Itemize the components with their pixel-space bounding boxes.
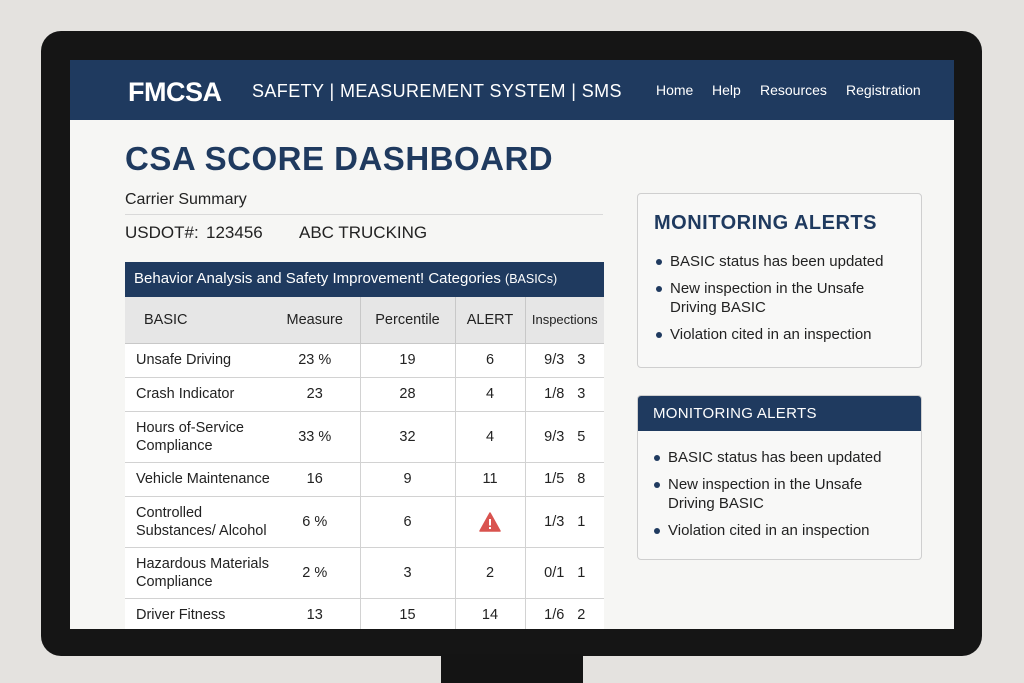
measure-value: 23 % [270, 343, 361, 378]
measure-value: 23 [270, 377, 361, 412]
monitoring-alerts-card: MONITORING ALERTS BASIC status has been … [637, 193, 922, 368]
table-row[interactable]: Driver Fitness 13 15 14 1/6 2 [125, 598, 604, 629]
system-title: SAFETY | MEASUREMENT SYSTEM | SMS [252, 81, 622, 101]
inspections-cell: 0/1 1 [525, 547, 604, 599]
table-header-row: BASIC Measure Percentile ALERT Inspectio… [125, 297, 604, 344]
basic-name[interactable]: Hours of-Service Compliance [125, 411, 270, 463]
alert-item[interactable]: BASIC status has been updated [653, 448, 908, 467]
basic-name[interactable]: Unsafe Driving [125, 343, 270, 378]
basic-name[interactable]: Controlled Substances/ Alcohol [125, 496, 270, 548]
percentile-value: 9 [360, 462, 456, 497]
measure-value: 2 % [270, 547, 361, 599]
nav-home-link[interactable]: Home [656, 82, 693, 98]
inspections-cell: 1/6 2 [525, 598, 604, 629]
monitor-stand [441, 654, 583, 683]
basic-name[interactable]: Driver Fitness [125, 598, 270, 629]
alert-item[interactable]: BASIC status has been updated [655, 252, 905, 271]
measure-value: 6 % [270, 496, 361, 548]
inspections-cell: 1/5 8 [525, 462, 604, 497]
carrier-summary-label: Carrier Summary [125, 191, 247, 208]
table-row[interactable]: Controlled Substances/ Alcohol 6 % 6 1/3… [125, 496, 604, 548]
alert-item[interactable]: Violation cited in an inspection [655, 325, 905, 344]
inspections-count: 3 [577, 386, 586, 402]
alerts-list: BASIC status has been updated New inspec… [653, 448, 908, 548]
inspections-cell: 1/8 3 [525, 377, 604, 412]
percentile-value: 32 [360, 411, 456, 463]
screen: FMCSA SAFETY | MEASUREMENT SYSTEM | SMS … [70, 60, 954, 629]
column-header-inspections[interactable]: Inspections [525, 297, 604, 344]
table-row[interactable]: Hours of-Service Compliance 33 % 32 4 9/… [125, 411, 604, 463]
inspections-ratio: 0/1 [544, 564, 565, 581]
table-row[interactable]: Vehicle Maintenance 16 9 11 1/5 8 [125, 462, 604, 497]
warning-icon[interactable] [479, 511, 501, 532]
alert-value: 2 [455, 547, 526, 599]
monitoring-alerts-title: MONITORING ALERTS [654, 212, 877, 234]
percentile-value: 6 [360, 496, 456, 548]
top-navigation-bar: FMCSA SAFETY | MEASUREMENT SYSTEM | SMS … [70, 60, 954, 120]
alert-cell [455, 496, 526, 548]
column-header-alert[interactable]: ALERT [455, 297, 526, 344]
column-header-measure[interactable]: Measure [270, 297, 361, 344]
percentile-value: 15 [360, 598, 456, 629]
measure-value: 16 [270, 462, 361, 497]
basics-table-title-suffix: (BASICs) [505, 272, 558, 286]
alert-item[interactable]: New inspection in the Unsafe Driving BAS… [653, 475, 908, 513]
alert-value: 4 [455, 411, 526, 463]
nav-registration-link[interactable]: Registration [846, 82, 921, 98]
percentile-value: 19 [360, 343, 456, 378]
inspections-cell: 9/3 3 [525, 343, 604, 378]
inspections-count: 1 [577, 513, 586, 530]
alert-value: 6 [455, 343, 526, 378]
inspections-count: 3 [577, 352, 586, 368]
nav-help-link[interactable]: Help [712, 82, 741, 98]
inspections-count: 2 [577, 607, 586, 623]
monitoring-alerts-panel: MONITORING ALERTS BASIC status has been … [637, 395, 922, 560]
usdot-label: USDOT#: [125, 223, 199, 242]
basics-table-panel: Behavior Analysis and Safety Improvement… [125, 262, 604, 629]
carrier-usdot-line: USDOT#: 123456 ABC TRUCKING [125, 223, 427, 243]
page-title: CSA SCORE DASHBOARD [125, 140, 554, 177]
inspections-cell: 1/3 1 [525, 496, 604, 548]
table-row[interactable]: Hazardous Materials Compliance 2 % 3 2 0… [125, 547, 604, 599]
divider [125, 214, 603, 215]
basic-name[interactable]: Vehicle Maintenance [125, 462, 270, 497]
column-header-basic[interactable]: BASIC [125, 297, 270, 344]
inspections-ratio: 1/8 [544, 386, 565, 402]
carrier-name: ABC TRUCKING [299, 223, 428, 242]
alert-value: 4 [455, 377, 526, 412]
inspections-ratio: 1/6 [544, 607, 565, 623]
alerts-list: BASIC status has been updated New inspec… [655, 252, 905, 352]
inspections-ratio: 9/3 [544, 352, 565, 368]
percentile-value: 3 [360, 547, 456, 599]
nav-resources-link[interactable]: Resources [760, 82, 827, 98]
basics-table-title-text: Behavior Analysis and Safety Improvement… [134, 270, 501, 287]
basic-name[interactable]: Hazardous Materials Compliance [125, 547, 270, 599]
column-header-percentile[interactable]: Percentile [360, 297, 456, 344]
usdot-number: 123456 [206, 223, 263, 242]
inspections-ratio: 9/3 [544, 428, 565, 445]
alert-item[interactable]: New inspection in the Unsafe Driving BAS… [655, 279, 905, 317]
basic-name[interactable]: Crash Indicator [125, 377, 270, 412]
measure-value: 33 % [270, 411, 361, 463]
alert-item[interactable]: Violation cited in an inspection [653, 521, 908, 540]
inspections-count: 5 [577, 428, 586, 445]
table-row[interactable]: Crash Indicator 23 28 4 1/8 3 [125, 377, 604, 412]
inspections-count: 1 [577, 564, 586, 581]
inspections-count: 8 [577, 471, 586, 487]
basics-table: BASIC Measure Percentile ALERT Inspectio… [125, 297, 604, 629]
percentile-value: 28 [360, 377, 456, 412]
basics-table-title: Behavior Analysis and Safety Improvement… [125, 262, 604, 297]
monitoring-alerts-header: MONITORING ALERTS [638, 396, 921, 431]
table-row[interactable]: Unsafe Driving 23 % 19 6 9/3 3 [125, 343, 604, 378]
alert-value: 14 [455, 598, 526, 629]
fmcsa-logo[interactable]: FMCSA [128, 77, 222, 108]
measure-value: 13 [270, 598, 361, 629]
inspections-ratio: 1/3 [544, 513, 565, 530]
inspections-ratio: 1/5 [544, 471, 565, 487]
inspections-cell: 9/3 5 [525, 411, 604, 463]
alert-value: 11 [455, 462, 526, 497]
